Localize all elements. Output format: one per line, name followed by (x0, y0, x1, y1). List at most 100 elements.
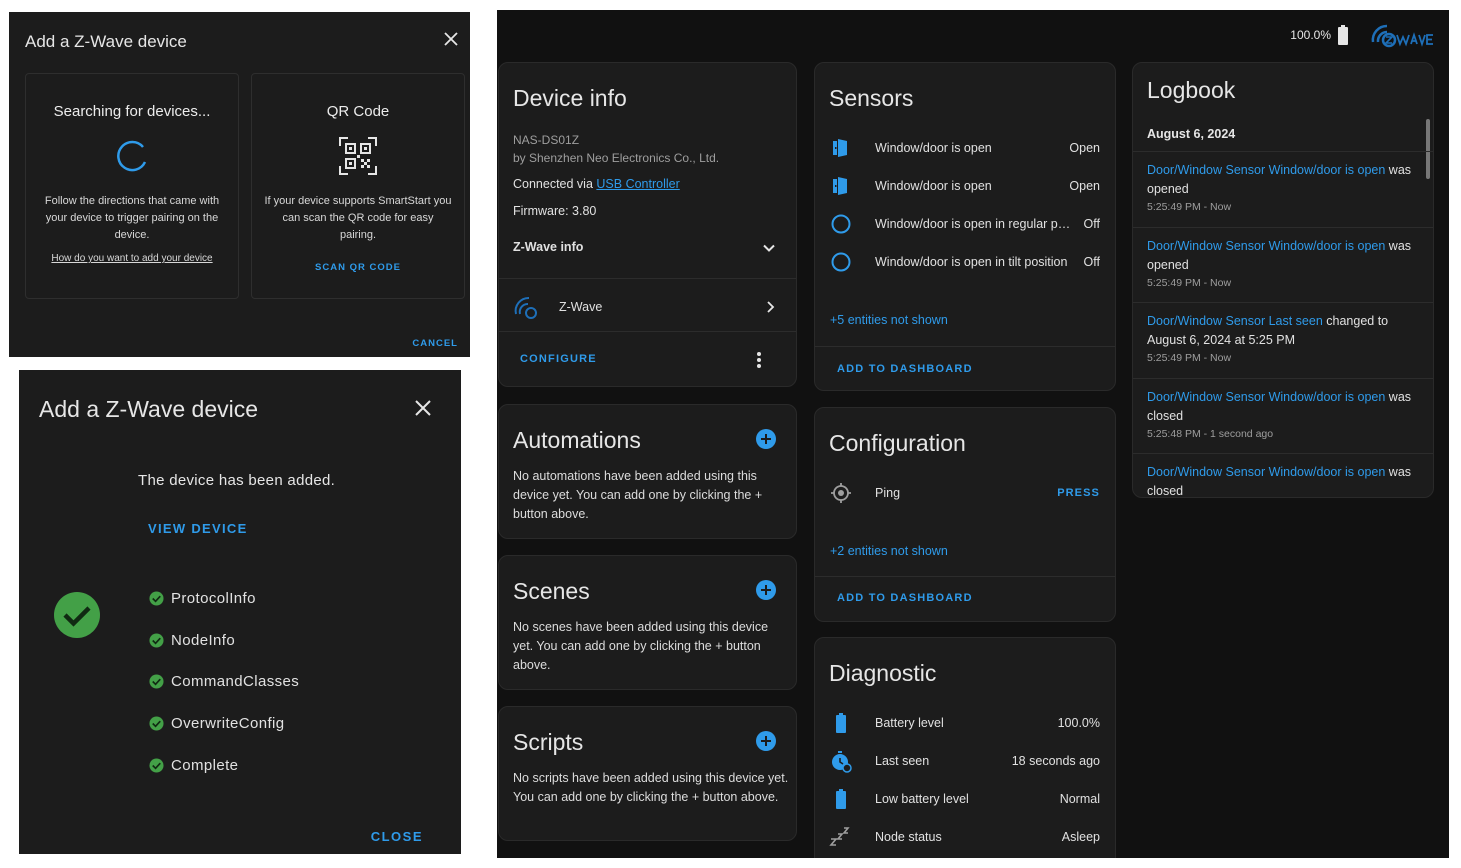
battery-icon (1338, 25, 1348, 45)
entity-name: Window/door is open (875, 179, 992, 193)
entity-state: Off (1083, 217, 1100, 231)
log-time: 5:25:49 PM - Now (1147, 276, 1232, 289)
add-circle-icon[interactable] (756, 731, 776, 751)
search-instructions: Follow the directions that came with you… (44, 195, 220, 241)
log-time: 5:25:49 PM - Now (1147, 201, 1232, 213)
add-method-link[interactable]: How do you want to add your device (26, 253, 238, 264)
zwave-info-toggle[interactable]: Z-Wave info (513, 240, 583, 254)
configuration-card: Configuration Ping PRESS +2 entities not… (814, 407, 1116, 622)
device-page: 100.0% Device info NAS-DS01Z by Shenzhen… (497, 10, 1449, 858)
entity-link[interactable]: Door/Window Sensor Last seen (1147, 314, 1323, 328)
top-bar: 100.0% (1290, 20, 1435, 50)
qr-code-icon (339, 137, 377, 175)
entity-row[interactable]: Last seen 18 seconds ago (829, 749, 1100, 773)
battery-icon (836, 789, 846, 809)
manufacturer: by Shenzhen Neo Electronics Co., Ltd. (513, 151, 720, 165)
door-open-icon (833, 177, 847, 195)
divider (815, 576, 1115, 577)
add-to-dashboard-button[interactable]: ADD TO DASHBOARD (837, 592, 973, 604)
battery-icon (836, 713, 846, 733)
interview-steps-list: ProtocolInfo NodeInfo CommandClasses Ove… (149, 578, 299, 786)
list-item: Door/Window Sensor Window/door is open w… (1133, 377, 1433, 454)
more-vert-icon[interactable] (756, 351, 762, 369)
divider (499, 278, 796, 279)
entity-state: 100.0% (1057, 716, 1100, 730)
empty-state-text: No scripts have been added using this de… (513, 771, 789, 804)
add-zwave-dialog-searching: Add a Z-Wave device Searching for device… (9, 12, 470, 357)
entity-link[interactable]: Door/Window Sensor Window/door is open (1147, 465, 1385, 479)
entity-state: Normal (1059, 792, 1100, 806)
search-heading: Searching for devices... (53, 103, 211, 120)
list-item: Door/Window Sensor Window/door is open w… (1133, 453, 1433, 497)
list-item: CommandClasses (149, 661, 299, 703)
check-circle-icon (149, 674, 164, 690)
step-label: OverwriteConfig (171, 715, 285, 733)
device-model: NAS-DS01Z by Shenzhen Neo Electronics Co… (513, 131, 719, 167)
entity-name: Last seen (875, 754, 930, 768)
entity-link[interactable]: Door/Window Sensor Window/door is open (1147, 239, 1385, 253)
sleep-icon (829, 827, 850, 846)
usb-controller-link[interactable]: USB Controller (596, 177, 679, 191)
entity-row[interactable]: Window/door is open Open (829, 136, 1100, 160)
step-label: Complete (171, 756, 239, 774)
close-icon[interactable] (413, 398, 433, 418)
entity-row[interactable]: Window/door is open Open (829, 174, 1100, 198)
divider (815, 346, 1115, 347)
add-circle-icon[interactable] (756, 429, 776, 449)
automations-card: Automations No automations have been add… (498, 404, 797, 539)
entity-row[interactable]: Battery level 100.0% (829, 711, 1100, 735)
log-time: 5:25:48 PM - 1 second ago (1147, 427, 1274, 440)
scan-qr-button[interactable]: SCAN QR CODE (252, 262, 464, 273)
list-item: OverwriteConfig (149, 703, 299, 745)
entity-name: Ping (875, 486, 901, 500)
logbook-date: August 6, 2024 (1147, 127, 1236, 141)
cancel-button[interactable]: CANCEL (412, 338, 458, 349)
logbook-card: Logbook August 6, 2024 Door/Window Senso… (1132, 62, 1434, 498)
connected-label: Connected via (513, 177, 593, 191)
dialog-title: Add a Z-Wave device (25, 32, 187, 51)
add-circle-icon[interactable] (756, 580, 776, 600)
model-name: NAS-DS01Z (513, 133, 580, 147)
device-info-card: Device info NAS-DS01Z by Shenzhen Neo El… (498, 62, 797, 387)
zwave-logo-icon (1371, 24, 1433, 48)
entity-link[interactable]: Door/Window Sensor Window/door is open (1147, 390, 1385, 404)
entity-state: Asleep (1061, 830, 1100, 844)
view-device-button[interactable]: VIEW DEVICE (148, 521, 248, 536)
scripts-card: Scripts No scripts have been added using… (498, 706, 797, 841)
circle-off-icon (831, 214, 851, 234)
check-circle-icon (149, 591, 164, 606)
press-button[interactable]: PRESS (1057, 487, 1100, 499)
entity-link[interactable]: Door/Window Sensor Window/door is open (1147, 163, 1385, 177)
step-label: CommandClasses (171, 673, 300, 691)
hidden-entities-link[interactable]: +2 entities not shown (830, 544, 948, 558)
card-title: Scenes (513, 578, 590, 604)
entity-name: Window/door is open in regular position (875, 217, 1076, 231)
entity-state: Off (1083, 255, 1100, 269)
sensors-card: Sensors Window/door is open Open Window/… (814, 62, 1116, 391)
battery-value: 100.0% (1290, 28, 1331, 42)
configure-button[interactable]: CONFIGURE (520, 353, 597, 365)
add-to-dashboard-button[interactable]: ADD TO DASHBOARD (837, 363, 973, 375)
chevron-down-icon[interactable] (762, 241, 776, 255)
entity-row[interactable]: Node status Asleep (829, 825, 1100, 849)
entity-row[interactable]: Window/door is open in tilt position Off (829, 250, 1100, 274)
diagnostic-card: Diagnostic Battery level 100.0% Last see… (814, 637, 1116, 858)
close-button[interactable]: CLOSE (371, 829, 423, 844)
card-title: Device info (513, 85, 627, 111)
close-icon[interactable] (442, 30, 460, 48)
hidden-entities-link[interactable]: +5 entities not shown (830, 313, 948, 327)
chevron-right-icon (767, 301, 775, 313)
card-title: Diagnostic (829, 660, 937, 686)
entity-state: Open (1069, 141, 1100, 155)
entity-row[interactable]: Window/door is open in regular position … (829, 212, 1100, 236)
zwave-integration-row[interactable]: Z-Wave (513, 291, 776, 323)
list-item: Door/Window Sensor Last seen changed to … (1133, 302, 1433, 378)
empty-state-text: No automations have been added using thi… (513, 469, 763, 521)
list-item: NodeInfo (149, 620, 299, 662)
dialog-title: Add a Z-Wave device (39, 396, 259, 422)
entity-row[interactable]: Low battery level Normal (829, 787, 1100, 811)
card-title: Configuration (829, 430, 966, 456)
qr-heading: QR Code (326, 103, 390, 120)
logbook-entries: Door/Window Sensor Window/door is open w… (1133, 151, 1433, 497)
divider (499, 331, 796, 332)
